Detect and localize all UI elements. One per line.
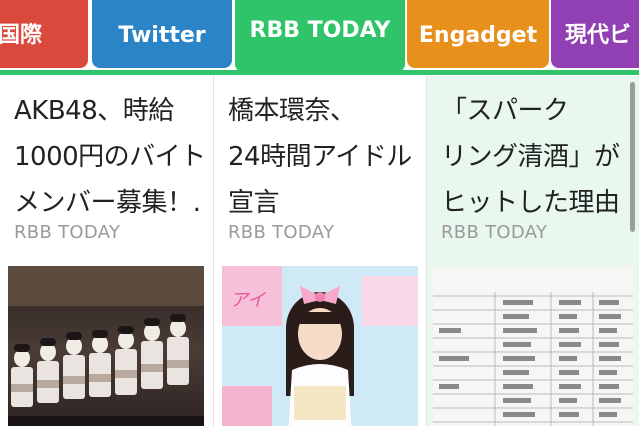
article-thumbnail[interactable] (8, 266, 204, 426)
idol-portrait-photo: アイ (222, 266, 418, 426)
article-title-line: 1000円のバイト (14, 142, 204, 172)
article-title-line: AKB48、時給 (14, 96, 174, 126)
article-title-line: ヒットした理由 (441, 188, 620, 218)
tab-gendai-business[interactable]: 現代ビ (551, 0, 639, 68)
article-source: RBB TODAY (441, 222, 548, 243)
group-stage-photo (8, 266, 204, 426)
scrollbar-thumb[interactable] (630, 82, 635, 232)
category-tab-bar: 国際 Twitter RBB TODAY Engadget 現代ビ (0, 0, 639, 76)
article-title: AKB48、時給 1000円のバイト メンバー募集！… (14, 88, 204, 226)
tab-rbb-today[interactable]: RBB TODAY (235, 0, 405, 72)
article-card[interactable]: 「スパーク リング清酒」が ヒットした理由 RBB TODAY (427, 76, 639, 426)
article-title-line: 橋本環奈、 (228, 96, 356, 126)
article-title-line: 「スパーク (441, 96, 569, 126)
article-title-line: 宣言 (228, 188, 280, 218)
article-title: 橋本環奈、 24時間アイドル 宣言 (228, 88, 418, 226)
article-title-line: リング清酒」が (441, 142, 620, 172)
selected-tab-underline (0, 70, 639, 75)
document-table-image (433, 266, 633, 426)
article-title: 「スパーク リング清酒」が ヒットした理由 (441, 88, 631, 226)
article-source: RBB TODAY (14, 222, 121, 243)
article-source: RBB TODAY (228, 222, 335, 243)
article-thumbnail[interactable]: アイ (222, 266, 418, 426)
article-thumbnail[interactable] (433, 266, 633, 426)
tab-twitter[interactable]: Twitter (92, 0, 232, 68)
article-card[interactable]: AKB48、時給 1000円のバイト メンバー募集！… RBB TODAY (0, 76, 214, 426)
tab-engadget[interactable]: Engadget (407, 0, 549, 68)
tab-kokusai[interactable]: 国際 (0, 0, 88, 68)
article-list: AKB48、時給 1000円のバイト メンバー募集！… RBB TODAY 橋本… (0, 76, 639, 426)
article-card[interactable]: 橋本環奈、 24時間アイドル 宣言 RBB TODAY アイ (214, 76, 427, 426)
news-app: 国際 Twitter RBB TODAY Engadget 現代ビ AKB48、… (0, 0, 639, 426)
svg-text:アイ: アイ (230, 290, 266, 311)
article-title-line: メンバー募集！… (14, 188, 204, 218)
article-title-line: 24時間アイドル (228, 142, 412, 172)
